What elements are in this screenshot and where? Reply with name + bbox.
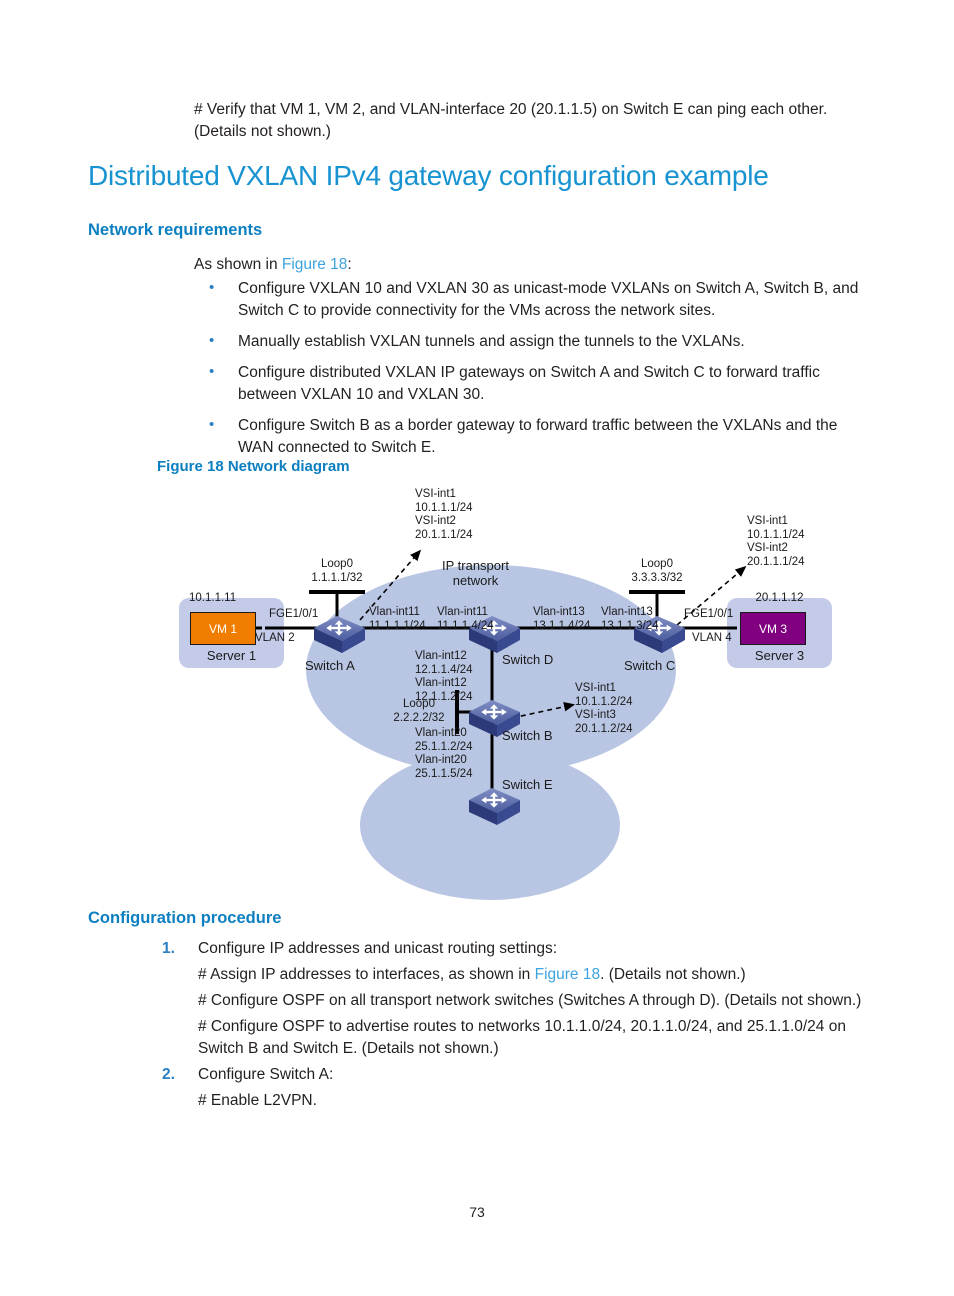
network-requirements-list: Configure VXLAN 10 and VXLAN 30 as unica…: [194, 277, 874, 468]
procedure-note: # Enable L2VPN.: [198, 1092, 317, 1109]
section-heading-network-requirements: Network requirements: [88, 221, 263, 239]
step-number: 1.: [162, 940, 175, 957]
vlan-int12-switch-b-label: Vlan-int12 12.1.1.2/24: [415, 677, 473, 703]
configuration-procedure-list: 1. Configure IP addresses and unicast ro…: [156, 938, 876, 1116]
figure-18-link-2[interactable]: Figure 18: [535, 966, 600, 983]
step-number: 2.: [162, 1066, 175, 1083]
as-shown-prefix: As shown in: [194, 256, 282, 273]
page-title: Distributed VXLAN IPv4 gateway configura…: [88, 160, 769, 191]
list-item: Configure distributed VXLAN IP gateways …: [194, 361, 874, 406]
as-shown-suffix: :: [347, 256, 352, 273]
wan-cloud: [360, 750, 620, 900]
procedure-step: 2. Configure Switch A:: [156, 1064, 876, 1086]
switch-a-vsi-callout: VSI-int1 10.1.1.1/24 VSI-int2 20.1.1.1/2…: [415, 488, 473, 541]
fge-switch-c-label: FGE1/0/1: [684, 608, 734, 620]
figure-18-link[interactable]: Figure 18: [282, 256, 347, 273]
document-page: # Verify that VM 1, VM 2, and VLAN-inter…: [0, 0, 954, 1296]
section-heading-configuration-procedure: Configuration procedure: [88, 909, 282, 927]
server3-label: Server 3: [754, 648, 805, 663]
cloud-label-ip-transport: IP transport network: [442, 558, 509, 588]
figure-caption: Figure 18 Network diagram: [157, 458, 350, 475]
vlan2-label: VLAN 2: [255, 632, 295, 644]
procedure-note: # Configure OSPF on all transport networ…: [198, 992, 862, 1009]
procedure-note: # Assign IP addresses to interfaces, as …: [156, 964, 876, 986]
procedure-note: # Configure OSPF to advertise routes to …: [198, 1018, 846, 1057]
intro-note: # Verify that VM 1, VM 2, and VLAN-inter…: [194, 101, 828, 140]
vm1-box: VM 1: [190, 612, 256, 645]
vlan-int20-switch-b-label: Vlan-int20 25.1.1.2/24: [415, 727, 473, 753]
note-suffix: . (Details not shown.): [600, 966, 746, 983]
loop0-switch-c-label: Loop0 3.3.3.3/32: [631, 558, 683, 584]
vm3-ip-label: 20.1.1.12: [755, 592, 804, 604]
vm3-box: VM 3: [740, 612, 806, 645]
vm3-label: VM 3: [758, 621, 787, 636]
vlan-int20-switch-e-label: Vlan-int20 25.1.1.5/24: [415, 754, 473, 780]
vm1-label: VM 1: [208, 621, 237, 636]
switch-b-name-label: Switch B: [502, 728, 553, 743]
fge-switch-a-label: FGE1/0/1: [269, 608, 319, 620]
step-text: Configure Switch A:: [198, 1066, 334, 1083]
switch-a-name-label: Switch A: [305, 658, 355, 673]
switch-e-name-label: Switch E: [502, 777, 553, 792]
list-item: Manually establish VXLAN tunnels and ass…: [194, 330, 874, 353]
loop0-switch-a-label: Loop0 1.1.1.1/32: [311, 558, 363, 584]
switch-c-vsi-callout: VSI-int1 10.1.1.1/24 VSI-int2 20.1.1.1/2…: [747, 515, 805, 568]
vlan-int11-switch-a-label: Vlan-int11 11.1.1.1/24: [369, 606, 426, 632]
note-prefix: # Assign IP addresses to interfaces, as …: [198, 966, 535, 983]
switch-b-vsi-callout: VSI-int1 10.1.1.2/24 VSI-int3 20.1.1.2/2…: [575, 682, 633, 735]
list-item: Configure VXLAN 10 and VXLAN 30 as unica…: [194, 277, 874, 322]
procedure-step: 1. Configure IP addresses and unicast ro…: [156, 938, 876, 960]
switch-c-name-label: Switch C: [624, 658, 676, 673]
server1-label: Server 1: [206, 648, 257, 663]
vlan-int13-switch-c-label: Vlan-int13 13.1.1.3/24: [601, 606, 659, 632]
switch-d-name-label: Switch D: [502, 652, 554, 667]
list-item: Configure Switch B as a border gateway t…: [194, 414, 874, 459]
as-shown-line: As shown in Figure 18:: [194, 254, 352, 276]
vlan-int11-switch-d-label: Vlan-int11 11.1.1.4/24: [437, 606, 494, 632]
vlan-int13-switch-d-label: Vlan-int13 13.1.1.4/24: [533, 606, 591, 632]
step-text: Configure IP addresses and unicast routi…: [198, 940, 558, 957]
page-number: 73: [469, 1204, 485, 1220]
vlan4-label: VLAN 4: [692, 632, 732, 644]
vlan-int12-switch-d-label: Vlan-int12 12.1.1.4/24: [415, 650, 473, 676]
network-diagram: VM 1 VM 3 IP transport network VSI-int1 …: [157, 480, 857, 900]
vm1-ip-label: 10.1.1.11: [189, 592, 237, 604]
